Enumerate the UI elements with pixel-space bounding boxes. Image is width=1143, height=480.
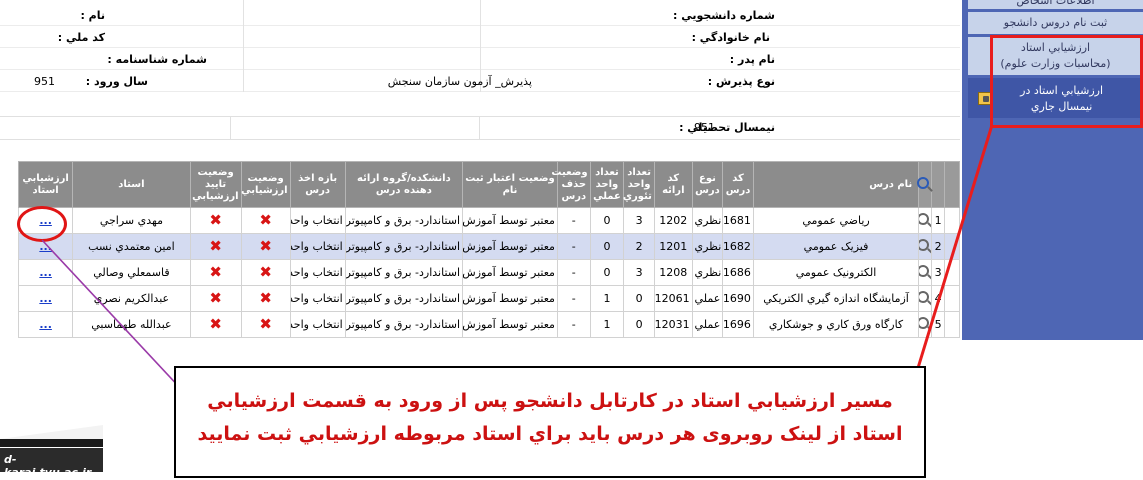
pointer-line-right — [916, 124, 994, 369]
annotation-line-1: مسير ارزشيابي استاد در کارتابل دانشجو پس… — [207, 390, 893, 412]
annotation-line-2: استاد از لينک روبروی هر درس بايد براي اس… — [197, 423, 903, 445]
site-logo: d-karaj.tvu.ac.ir — [0, 448, 103, 479]
annotation-box: مسير ارزشيابي استاد در کارتابل دانشجو پس… — [174, 366, 926, 478]
logo-stripe — [0, 425, 103, 447]
